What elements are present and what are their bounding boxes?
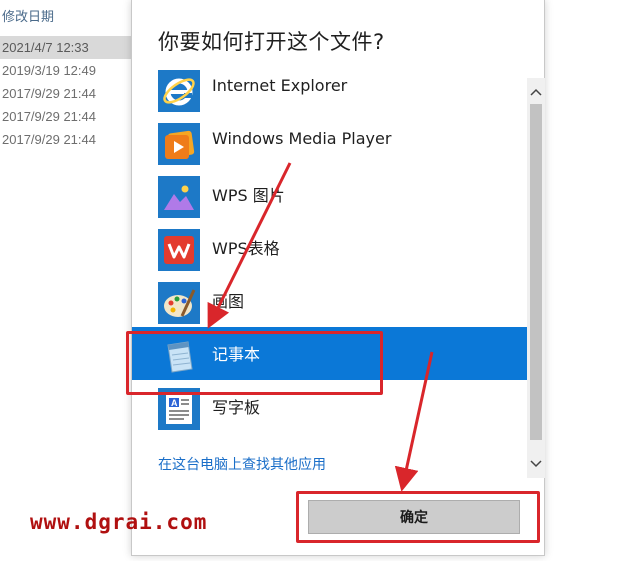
app-item-wps-picture[interactable]: WPS 图片 — [132, 168, 528, 221]
date-modified-column-header[interactable]: 修改日期 — [2, 6, 54, 25]
app-label: Internet Explorer — [212, 76, 348, 95]
site-watermark: www.dgrai.com — [30, 510, 208, 534]
wps-picture-icon — [158, 176, 200, 218]
app-label: 画图 — [212, 292, 245, 311]
explorer-file-list: 修改日期 2021/4/7 12:33 2019/3/19 12:49 2017… — [0, 0, 135, 561]
internet-explorer-icon — [158, 70, 200, 112]
svg-text:A: A — [171, 398, 178, 408]
file-row[interactable]: 2017/9/29 21:44 — [0, 82, 135, 105]
app-label: WPS 图片 — [212, 186, 285, 205]
app-list-scrollbar[interactable] — [527, 78, 545, 478]
annotation-highlight-notepad — [126, 331, 383, 395]
scroll-down-icon[interactable] — [527, 454, 545, 474]
app-item-paint[interactable]: 画图 — [132, 274, 528, 327]
windows-media-player-icon — [158, 123, 200, 165]
app-item-internet-explorer[interactable]: Internet Explorer — [132, 62, 528, 115]
app-label: Windows Media Player — [212, 129, 392, 148]
file-row[interactable]: 2017/9/29 21:44 — [0, 128, 135, 151]
file-row[interactable]: 2021/4/7 12:33 — [0, 36, 135, 59]
dialog-title: 你要如何打开这个文件? — [158, 30, 385, 54]
app-item-wps-spreadsheet[interactable]: WPS表格 — [132, 221, 528, 274]
app-item-windows-media-player[interactable]: Windows Media Player — [132, 115, 528, 168]
find-more-apps-link[interactable]: 在这台电脑上查找其他应用 — [158, 454, 326, 474]
file-row[interactable]: 2017/9/29 21:44 — [0, 105, 135, 128]
app-label: 写字板 — [212, 398, 261, 417]
app-label: WPS表格 — [212, 239, 280, 258]
open-with-dialog: 你要如何打开这个文件? Internet Explorer Windows Me… — [131, 0, 545, 556]
file-row[interactable]: 2019/3/19 12:49 — [0, 59, 135, 82]
scroll-up-icon[interactable] — [527, 82, 545, 102]
paint-icon — [158, 282, 200, 324]
annotation-highlight-ok-button — [296, 491, 540, 543]
scrollbar-thumb[interactable] — [530, 104, 542, 440]
wps-spreadsheet-icon — [158, 229, 200, 271]
app-list: Internet Explorer Windows Media Player W… — [132, 62, 528, 482]
